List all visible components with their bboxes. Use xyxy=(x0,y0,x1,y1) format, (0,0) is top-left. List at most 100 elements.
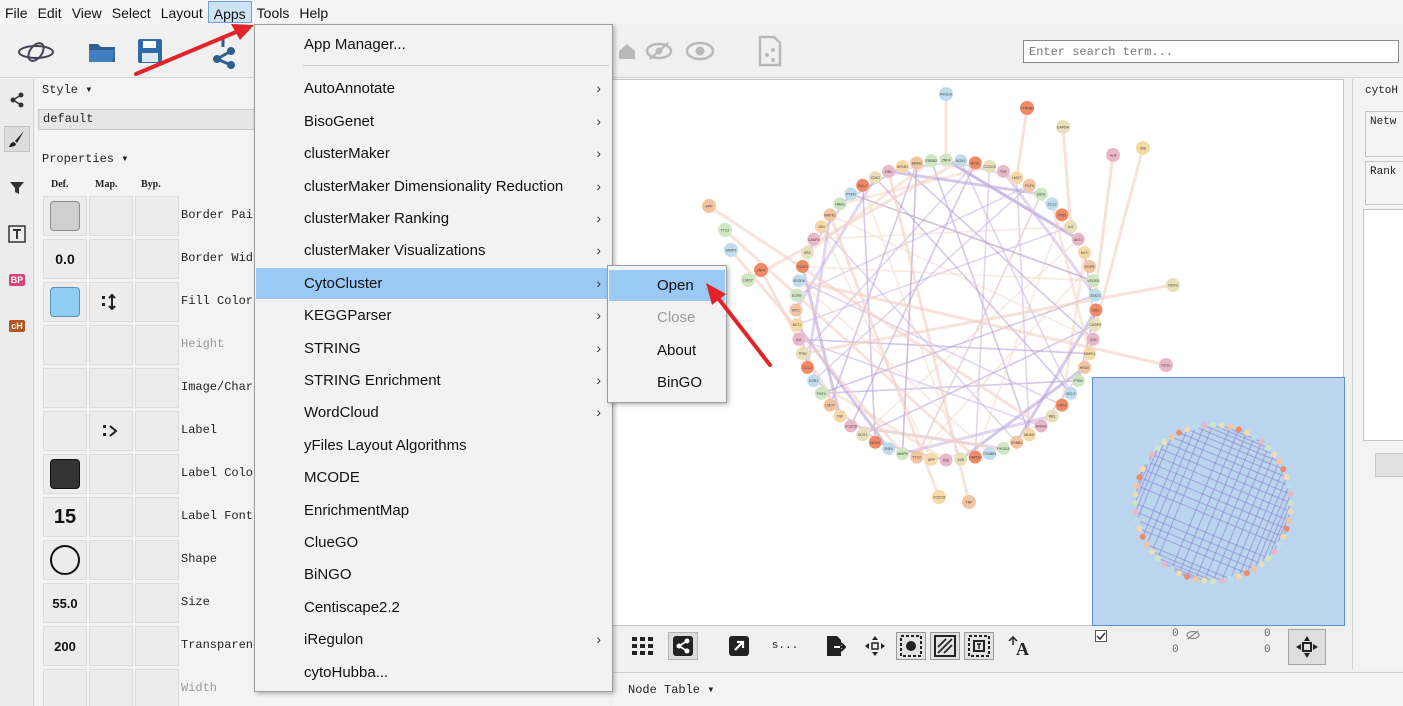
apps-menu-item-clustermaker-dimensionality-reduction[interactable]: clusterMaker Dimensionality Reduction › xyxy=(256,171,611,202)
default-value-cell[interactable] xyxy=(43,669,87,706)
apps-menu-item-cytocluster[interactable]: CytoCluster › xyxy=(256,267,611,299)
apps-menu-item-string[interactable]: STRING › xyxy=(256,333,611,364)
style-tab-brush-icon[interactable] xyxy=(4,126,30,152)
apps-menu-item-enrichmentmap[interactable]: EnrichmentMap xyxy=(256,495,611,526)
submenu-item-open[interactable]: Open xyxy=(609,270,725,301)
default-value-cell[interactable]: 15 xyxy=(43,497,87,537)
bingo-tab-icon[interactable]: BP xyxy=(4,267,30,293)
mapping-cell[interactable] xyxy=(89,454,133,494)
apps-menu-item-string-enrichment[interactable]: STRING Enrichment › xyxy=(256,365,611,396)
text-annotation-icon[interactable]: A xyxy=(1004,632,1034,660)
network-tab-icon[interactable] xyxy=(4,87,30,113)
bypass-cell[interactable] xyxy=(135,282,179,322)
mapping-cell[interactable] xyxy=(89,497,133,537)
default-value-cell[interactable]: 55.0 xyxy=(43,583,87,623)
default-value-cell[interactable] xyxy=(43,325,87,365)
menu-tools[interactable]: Tools xyxy=(252,1,295,23)
detach-view-icon[interactable] xyxy=(724,632,754,660)
import-network-icon[interactable] xyxy=(206,34,246,70)
bypass-cell[interactable] xyxy=(135,583,179,623)
cytohubba-tab-icon[interactable]: cH xyxy=(4,313,30,339)
default-value-cell[interactable] xyxy=(43,540,87,580)
annotation-selection-icon[interactable] xyxy=(964,632,994,660)
bypass-cell[interactable] xyxy=(135,540,179,580)
submenu-item-close[interactable]: Close xyxy=(609,302,725,333)
bypass-cell[interactable] xyxy=(135,454,179,494)
default-value-cell[interactable]: 200 xyxy=(43,626,87,666)
menu-select[interactable]: Select xyxy=(107,1,156,23)
export-network-icon[interactable] xyxy=(754,34,786,68)
menu-file[interactable]: File xyxy=(0,1,33,23)
apps-menu-item-centiscape2-2[interactable]: Centiscape2.2 xyxy=(256,592,611,623)
style-dropdown-label[interactable]: Style ▾ xyxy=(42,82,92,97)
home-icon[interactable] xyxy=(616,38,638,64)
apps-menu-item-mcode[interactable]: MCODE xyxy=(256,462,611,493)
save-icon[interactable] xyxy=(134,36,166,66)
filter-tab-icon[interactable] xyxy=(4,175,30,201)
results-list[interactable] xyxy=(1363,209,1403,441)
apps-menu-item-cytohubba[interactable]: cytoHubba... xyxy=(256,657,611,688)
fit-content-icon[interactable] xyxy=(860,632,890,660)
mapping-cell[interactable] xyxy=(89,196,133,236)
default-value-cell[interactable] xyxy=(43,368,87,408)
apps-menu-item-clustermaker-ranking[interactable]: clusterMaker Ranking › xyxy=(256,203,611,234)
submit-button[interactable] xyxy=(1375,453,1403,477)
annotation-text-tab-icon[interactable] xyxy=(4,221,30,247)
hide-icon[interactable] xyxy=(644,38,674,64)
bypass-cell[interactable] xyxy=(135,669,179,706)
default-value-cell[interactable]: 0.0 xyxy=(43,239,87,279)
menu-apps[interactable]: Apps xyxy=(207,1,252,23)
apps-menu-item-yfiles-layout-algorithms[interactable]: yFiles Layout Algorithms xyxy=(256,430,611,461)
style-selector[interactable]: default xyxy=(38,109,258,130)
mapping-cell[interactable] xyxy=(89,411,133,451)
network-overview-panel[interactable] xyxy=(1092,377,1345,626)
bypass-cell[interactable] xyxy=(135,411,179,451)
search-input[interactable] xyxy=(1023,40,1399,63)
mapping-cell[interactable] xyxy=(89,669,133,706)
show-icon[interactable] xyxy=(684,38,716,64)
node-table-dropdown[interactable]: Node Table ▾ xyxy=(628,682,714,697)
bypass-cell[interactable] xyxy=(135,626,179,666)
bypass-cell[interactable] xyxy=(135,196,179,236)
menu-help[interactable]: Help xyxy=(294,1,333,23)
navigation-toggle-icon[interactable] xyxy=(1288,629,1326,665)
apps-menu-item-bingo[interactable]: BiNGO xyxy=(256,559,611,590)
view-name-label[interactable]: s... xyxy=(770,632,800,660)
default-value-cell[interactable] xyxy=(43,411,87,451)
apps-menu-item-cluego[interactable]: ClueGO xyxy=(256,527,611,558)
export-image-icon[interactable] xyxy=(820,632,850,660)
mapping-cell[interactable] xyxy=(89,239,133,279)
apps-menu-item-app-manager[interactable]: App Manager... xyxy=(256,29,611,60)
menu-edit[interactable]: Edit xyxy=(33,1,67,23)
apps-menu-item-clustermaker-visualizations[interactable]: clusterMaker Visualizations › xyxy=(256,235,611,266)
submenu-item-about[interactable]: About xyxy=(609,335,725,366)
default-value-cell[interactable] xyxy=(43,454,87,494)
properties-dropdown-label[interactable]: Properties ▾ xyxy=(42,151,128,166)
mapping-cell[interactable] xyxy=(89,282,133,322)
bypass-cell[interactable] xyxy=(135,368,179,408)
cytoscape-logo-icon[interactable] xyxy=(14,38,58,66)
bypass-cell[interactable] xyxy=(135,497,179,537)
checkbox-icon[interactable] xyxy=(1092,628,1110,644)
mapping-cell[interactable] xyxy=(89,540,133,580)
show-graphics-details-icon[interactable] xyxy=(930,632,960,660)
bypass-cell[interactable] xyxy=(135,325,179,365)
open-folder-icon[interactable] xyxy=(86,36,120,66)
mapping-cell[interactable] xyxy=(89,583,133,623)
apps-menu-item-bisogenet[interactable]: BisoGenet › xyxy=(256,106,611,137)
menu-view[interactable]: View xyxy=(67,1,107,23)
apps-menu-item-autoannotate[interactable]: AutoAnnotate › xyxy=(256,73,611,104)
default-value-cell[interactable] xyxy=(43,196,87,236)
network-view-icon[interactable] xyxy=(668,632,698,660)
default-value-cell[interactable] xyxy=(43,282,87,322)
mapping-cell[interactable] xyxy=(89,325,133,365)
fit-selected-icon[interactable] xyxy=(896,632,926,660)
mapping-cell[interactable] xyxy=(89,626,133,666)
grid-view-icon[interactable] xyxy=(628,632,658,660)
submenu-item-bingo[interactable]: BinGO xyxy=(609,367,725,398)
menu-layout[interactable]: Layout xyxy=(156,1,208,23)
mapping-cell[interactable] xyxy=(89,368,133,408)
apps-menu-item-clustermaker[interactable]: clusterMaker › xyxy=(256,138,611,169)
apps-menu-item-keggparser[interactable]: KEGGParser › xyxy=(256,300,611,331)
apps-menu-item-wordcloud[interactable]: WordCloud › xyxy=(256,397,611,428)
